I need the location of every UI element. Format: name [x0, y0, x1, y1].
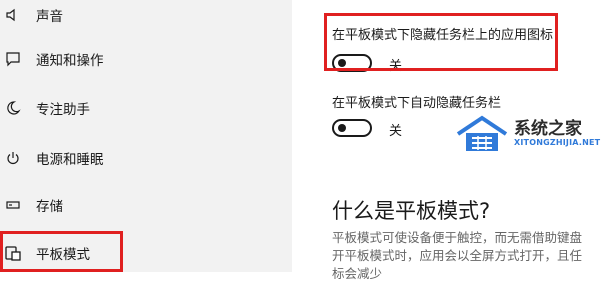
toggle-knob: [338, 124, 346, 132]
sidebar-item-label: 专注助手: [36, 102, 90, 118]
power-icon: [4, 149, 22, 167]
sidebar-item-label: 声音: [36, 9, 63, 25]
sidebar-item-sound[interactable]: 声音: [0, 0, 292, 32]
sidebar-item-storage[interactable]: 存储: [0, 188, 292, 222]
sidebar-item-label: 电源和睡眠: [36, 152, 104, 168]
watermark-url: XITONGZHIJIA.NET: [514, 138, 601, 147]
section-description: 标会减少: [332, 266, 383, 281]
selection-highlight-box: [0, 231, 123, 272]
speaker-icon: [4, 6, 22, 24]
settings-sidebar: 声音 通知和操作 专注助手 电源和睡眠 存储 平板模式: [0, 0, 292, 272]
sidebar-item-label: 存储: [36, 199, 63, 215]
auto-hide-taskbar-toggle[interactable]: [332, 119, 372, 137]
watermark-name: 系统之家: [514, 119, 582, 139]
auto-hide-taskbar-state: 关: [389, 124, 403, 139]
auto-hide-taskbar-label: 在平板模式下自动隐藏任务栏: [332, 96, 502, 111]
moon-icon: [4, 99, 22, 117]
sidebar-item-focus-assist[interactable]: 专注助手: [0, 91, 292, 125]
sidebar-item-power-sleep[interactable]: 电源和睡眠: [0, 141, 292, 175]
section-description: 平板模式可使设备便于触控，而无需借助键盘: [332, 230, 583, 245]
sidebar-item-label: 通知和操作: [36, 53, 104, 69]
house-logo-icon: [456, 115, 508, 151]
highlight-box: [324, 13, 558, 71]
notification-icon: [4, 50, 22, 68]
sidebar-item-notifications[interactable]: 通知和操作: [0, 42, 292, 76]
section-title: 什么是平板模式?: [332, 199, 491, 223]
storage-icon: [4, 196, 22, 214]
watermark-logo: 系统之家 XITONGZHIJIA.NET: [452, 110, 608, 158]
section-description: 开平板模式时，应用会以全屏方式打开，且任: [332, 248, 583, 263]
